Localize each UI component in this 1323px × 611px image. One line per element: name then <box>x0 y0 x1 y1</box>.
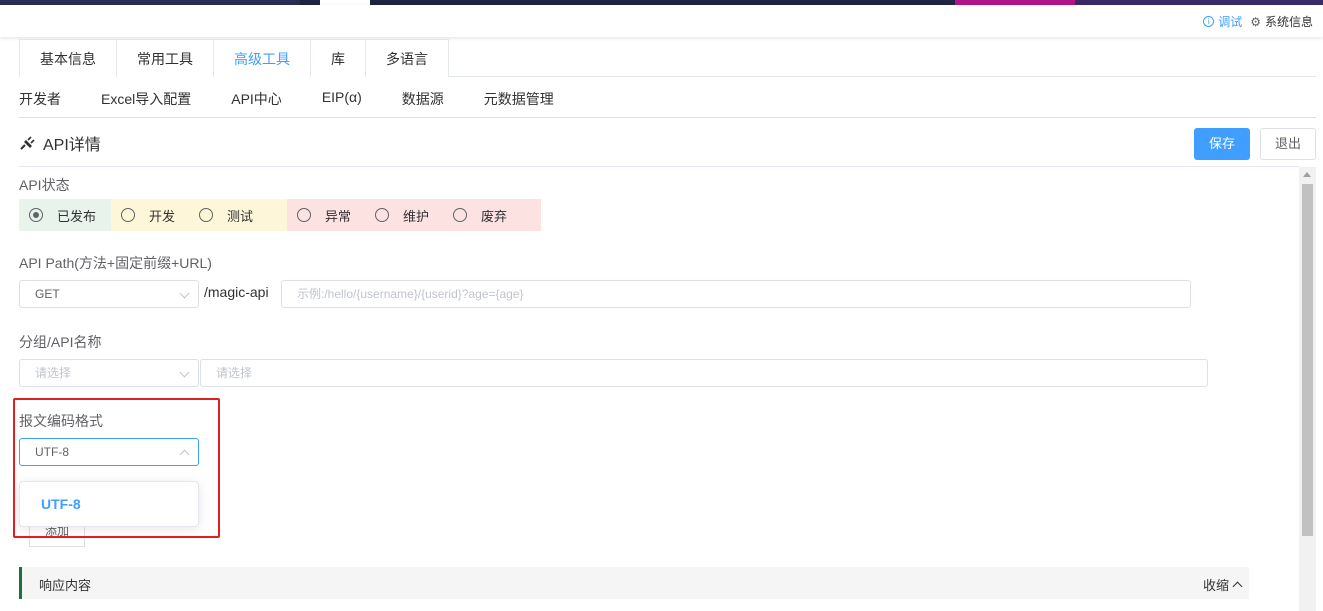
scroll-up-icon[interactable] <box>1303 172 1311 177</box>
path-prefix: /magic-api <box>204 284 269 300</box>
tab-library[interactable]: 库 <box>310 39 366 77</box>
status-testing[interactable]: 测试 <box>189 199 287 231</box>
chevron-down-icon <box>179 288 190 299</box>
sysinfo-label: 系统信息 <box>1264 15 1313 29</box>
radio-icon <box>199 208 213 222</box>
response-title: 响应内容 <box>39 578 92 593</box>
plug-icon <box>20 136 35 150</box>
method-value: GET <box>35 287 60 301</box>
collapse-toggle[interactable]: 收缩 <box>1202 575 1243 594</box>
info-icon: i <box>1203 16 1215 27</box>
exit-button[interactable]: 退出 <box>1260 128 1316 160</box>
group-name-label: 分组/API名称 <box>19 334 102 350</box>
radio-icon <box>297 208 311 222</box>
subnav-datasource[interactable]: 数据源 <box>402 89 444 109</box>
subnav-api-center[interactable]: API中心 <box>231 89 282 109</box>
chevron-down-icon <box>179 367 190 378</box>
status-label: 开发 <box>149 208 176 224</box>
status-label: 异常 <box>325 208 352 224</box>
http-method-select[interactable]: GET <box>19 280 199 308</box>
group-select[interactable]: 请选择 <box>19 359 199 387</box>
subnav-developer[interactable]: 开发者 <box>19 89 61 109</box>
status-deprecated[interactable]: 废弃 <box>443 199 541 231</box>
header-bar: i 调试 ⚙ 系统信息 <box>0 5 1323 37</box>
main-tabs: 基本信息 常用工具 高级工具 库 多语言 <box>19 39 1316 77</box>
tab-common-tools[interactable]: 常用工具 <box>116 39 214 77</box>
debug-label: 调试 <box>1218 15 1243 29</box>
subnav-eip[interactable]: EIP(α) <box>322 89 362 109</box>
tab-advanced-tools[interactable]: 高级工具 <box>213 39 311 77</box>
divider <box>19 117 1316 118</box>
divider <box>19 166 1299 167</box>
scrollbar[interactable] <box>1299 167 1316 611</box>
status-error[interactable]: 异常 <box>287 199 365 231</box>
status-maintenance[interactable]: 维护 <box>365 199 443 231</box>
page-title-row: API详情 <box>19 131 101 155</box>
api-status-radio-group: 已发布 开发 测试 异常 维护 废弃 <box>19 199 541 231</box>
response-section-header[interactable]: 响应内容 收缩 <box>19 567 1249 599</box>
status-label: 废弃 <box>481 208 508 224</box>
api-name-input[interactable]: 请选择 <box>200 359 1208 387</box>
group-placeholder: 请选择 <box>35 366 72 380</box>
status-published[interactable]: 已发布 <box>19 199 111 231</box>
page-title: API详情 <box>43 137 101 154</box>
api-path-label: API Path(方法+固定前缀+URL) <box>19 255 212 271</box>
subnav-excel-import[interactable]: Excel导入配置 <box>101 89 191 109</box>
tab-basic-info[interactable]: 基本信息 <box>19 39 117 77</box>
radio-checked-icon <box>29 208 43 222</box>
sysinfo-link[interactable]: ⚙ 系统信息 <box>1250 13 1313 30</box>
path-input[interactable]: 示例:/hello/{username}/{userid}?age={age} <box>281 280 1191 308</box>
radio-icon <box>375 208 389 222</box>
save-button[interactable]: 保存 <box>1194 128 1250 160</box>
sub-navigation: 开发者 Excel导入配置 API中心 EIP(α) 数据源 元数据管理 <box>19 89 554 109</box>
subnav-metadata[interactable]: 元数据管理 <box>484 89 554 109</box>
status-label: 已发布 <box>57 208 97 224</box>
gear-icon: ⚙ <box>1250 14 1261 29</box>
highlight-annotation <box>13 398 220 538</box>
header-links: i 调试 ⚙ 系统信息 <box>1203 13 1313 30</box>
collapse-label: 收缩 <box>1202 578 1229 593</box>
debug-link[interactable]: i 调试 <box>1203 13 1242 30</box>
tab-multilanguage[interactable]: 多语言 <box>365 39 449 77</box>
status-label: 测试 <box>227 208 254 224</box>
api-status-label: API状态 <box>19 177 70 193</box>
radio-icon <box>121 208 135 222</box>
radio-icon <box>453 208 467 222</box>
status-label: 维护 <box>403 208 430 224</box>
chevron-up-icon <box>1232 581 1243 592</box>
status-development[interactable]: 开发 <box>111 199 189 231</box>
scrollbar-thumb[interactable] <box>1302 184 1313 536</box>
